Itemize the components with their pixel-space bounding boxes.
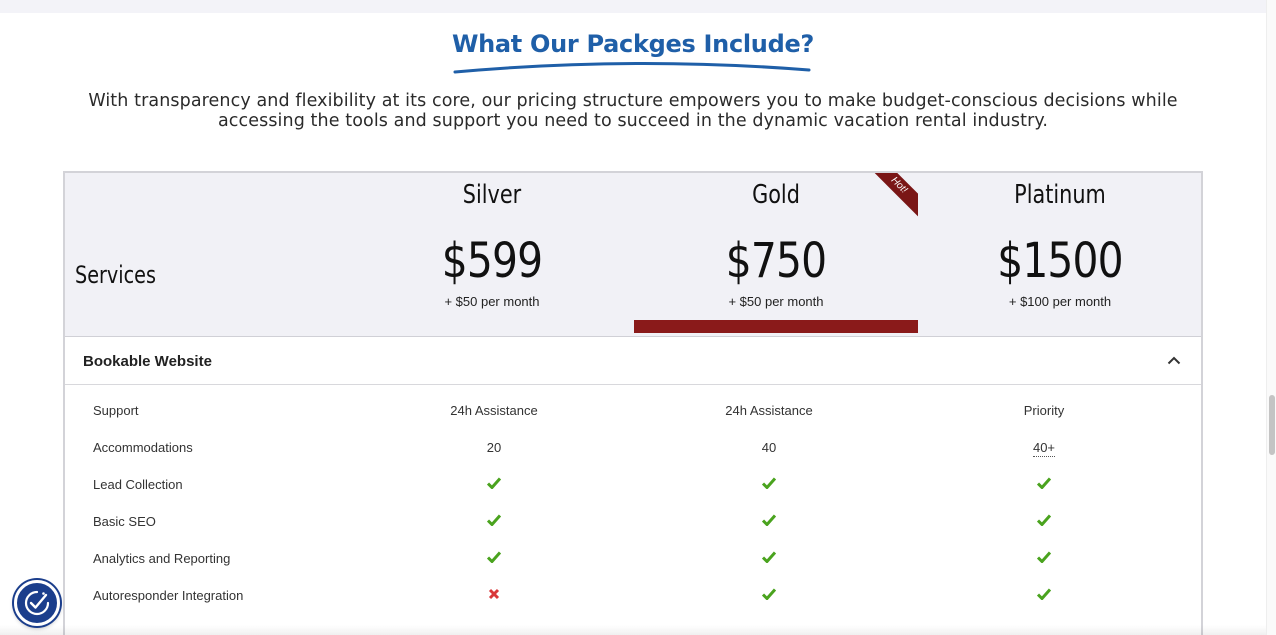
accessibility-icon	[24, 590, 50, 616]
feature-label: Autoresponder Integration	[93, 588, 244, 603]
pricing-subtitle: With transparency and flexibility at its…	[88, 91, 1178, 131]
plan-name: Silver	[462, 180, 522, 210]
feature-value: 24h Assistance	[450, 403, 538, 418]
check-icon	[1037, 588, 1051, 600]
chevron-up-icon[interactable]	[1167, 355, 1181, 365]
table-row: Analytics and Reporting	[65, 550, 1201, 587]
plan-price: $599	[441, 233, 543, 289]
feature-value: 40	[761, 440, 777, 455]
feature-value: 24h Assistance	[725, 403, 813, 418]
services-heading: Services	[75, 261, 156, 289]
feature-label: Accommodations	[93, 440, 193, 455]
check-icon	[762, 477, 776, 489]
plan-price: $750	[725, 233, 827, 289]
check-icon	[1037, 477, 1051, 489]
plan-gold: Hot! Gold $750 + $50 per month	[634, 173, 918, 337]
cross-icon	[488, 588, 500, 600]
tooltip-value[interactable]: 40+	[1032, 440, 1056, 457]
bottom-shadow	[0, 625, 1266, 635]
plan-monthly-fee: + $50 per month	[444, 294, 540, 309]
featured-plan-bar	[634, 320, 918, 333]
check-icon	[487, 514, 501, 526]
table-row: Autoresponder Integration	[65, 587, 1201, 624]
check-icon	[1037, 551, 1051, 563]
page-scrollbar[interactable]	[1266, 0, 1276, 635]
pricing-table: Services Silver $599 + $50 per month Hot…	[63, 171, 1203, 635]
top-strip	[0, 0, 1266, 13]
section-toggle-bookable-website[interactable]: Bookable Website	[65, 338, 1201, 385]
check-icon	[762, 551, 776, 563]
feature-label: Basic SEO	[93, 514, 156, 529]
plan-price: $1500	[997, 233, 1123, 289]
heading-underline	[453, 61, 811, 74]
feature-label: Analytics and Reporting	[93, 551, 231, 566]
table-row: Lead Collection	[65, 476, 1201, 513]
check-icon	[762, 514, 776, 526]
feature-value: 20	[486, 440, 502, 455]
check-icon	[487, 551, 501, 563]
feature-rows: Support 24h Assistance 24h Assistance Pr…	[65, 402, 1201, 624]
feature-value: 40+	[944, 440, 1144, 457]
table-row: Support 24h Assistance 24h Assistance Pr…	[65, 402, 1201, 439]
scrollbar-thumb[interactable]	[1269, 395, 1275, 455]
plan-platinum: Platinum $1500 + $100 per month	[918, 173, 1202, 337]
check-icon	[487, 477, 501, 489]
plan-name: Platinum	[1014, 180, 1106, 210]
plan-silver: Silver $599 + $50 per month	[350, 173, 634, 337]
accessibility-button[interactable]	[14, 580, 60, 626]
feature-label: Lead Collection	[93, 477, 183, 492]
check-icon	[762, 588, 776, 600]
plan-monthly-fee: + $100 per month	[1008, 294, 1112, 309]
hot-ribbon-label: Hot!	[888, 174, 910, 196]
feature-label: Support	[93, 403, 139, 418]
check-icon	[1037, 514, 1051, 526]
section-title: Bookable Website	[83, 353, 212, 370]
page-heading: What Our Packges Include?	[451, 30, 815, 58]
pricing-header: Services Silver $599 + $50 per month Hot…	[65, 173, 1201, 337]
table-row: Accommodations 20 40 40+	[65, 439, 1201, 476]
table-row: Basic SEO	[65, 513, 1201, 550]
plan-monthly-fee: + $50 per month	[728, 294, 824, 309]
plan-name: Gold	[752, 180, 800, 210]
feature-value: Priority	[1023, 403, 1065, 418]
